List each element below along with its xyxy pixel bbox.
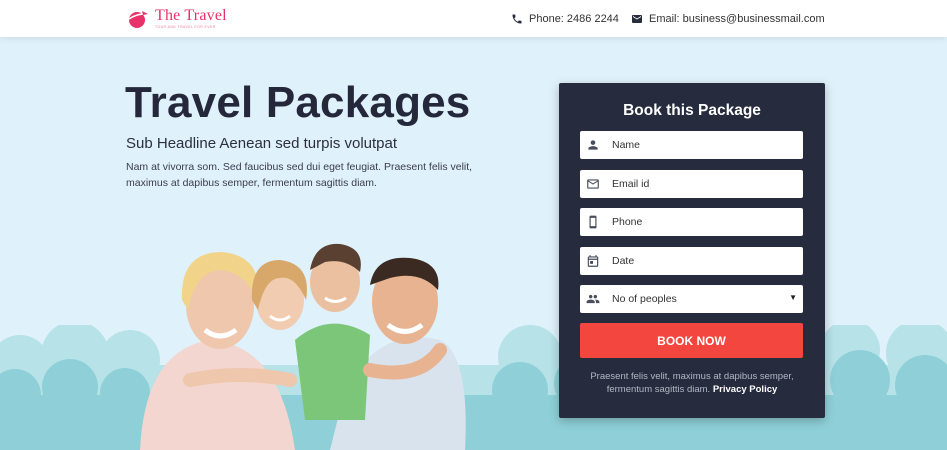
email-input[interactable]: Email id xyxy=(580,170,803,198)
globe-logo-icon xyxy=(128,11,149,28)
group-icon xyxy=(586,294,600,304)
contact-email[interactable]: Email: business@businessmail.com xyxy=(631,0,825,37)
mail-icon xyxy=(587,179,599,189)
calendar-icon xyxy=(587,255,599,267)
smartphone-icon xyxy=(589,215,597,229)
envelope-icon xyxy=(632,14,642,23)
name-input[interactable]: Name xyxy=(580,131,803,159)
contact-phone[interactable]: Phone: 2486 2244 xyxy=(511,0,619,37)
privacy-policy-link[interactable]: Privacy Policy xyxy=(713,384,777,395)
person-icon xyxy=(588,140,598,150)
logo[interactable]: The Travel TOUR AND TRAVEL FOR EVER xyxy=(126,6,227,32)
phone-input[interactable]: Phone xyxy=(580,208,803,236)
name-placeholder: Name xyxy=(612,139,641,151)
people-selected-value: No of peoples xyxy=(612,293,677,305)
family-photo xyxy=(140,243,466,450)
phone-icon xyxy=(512,14,522,23)
email-placeholder: Email id xyxy=(612,178,650,190)
booking-note: Praesent felis velit, maximus at dapibus… xyxy=(573,370,811,396)
hero-subtitle: Sub Headline Aenean sed turpis volutpat xyxy=(126,135,398,152)
phone-placeholder: Phone xyxy=(612,216,643,228)
date-placeholder: Date xyxy=(612,255,635,267)
logo-name: The Travel xyxy=(155,7,227,25)
logo-tagline: TOUR AND TRAVEL FOR EVER xyxy=(155,25,216,30)
hero-description: Nam at vivorra som. Sed faucibus sed dui… xyxy=(126,161,473,189)
booking-title: Book this Package xyxy=(623,102,761,119)
book-now-button[interactable]: BOOK NOW xyxy=(580,323,803,358)
top-navbar: The Travel TOUR AND TRAVEL FOR EVER Phon… xyxy=(0,0,947,37)
date-input[interactable]: Date xyxy=(580,247,803,275)
phone-text: Phone: 2486 2244 xyxy=(529,12,619,25)
hero-title: Travel Packages xyxy=(125,78,471,127)
people-select[interactable]: No of peoples ▼ xyxy=(580,285,803,313)
email-text: Email: business@businessmail.com xyxy=(649,12,825,25)
booking-form: Book this Package Name Email id Phone Da… xyxy=(559,83,825,418)
dropdown-arrow-icon: ▼ xyxy=(789,293,797,302)
